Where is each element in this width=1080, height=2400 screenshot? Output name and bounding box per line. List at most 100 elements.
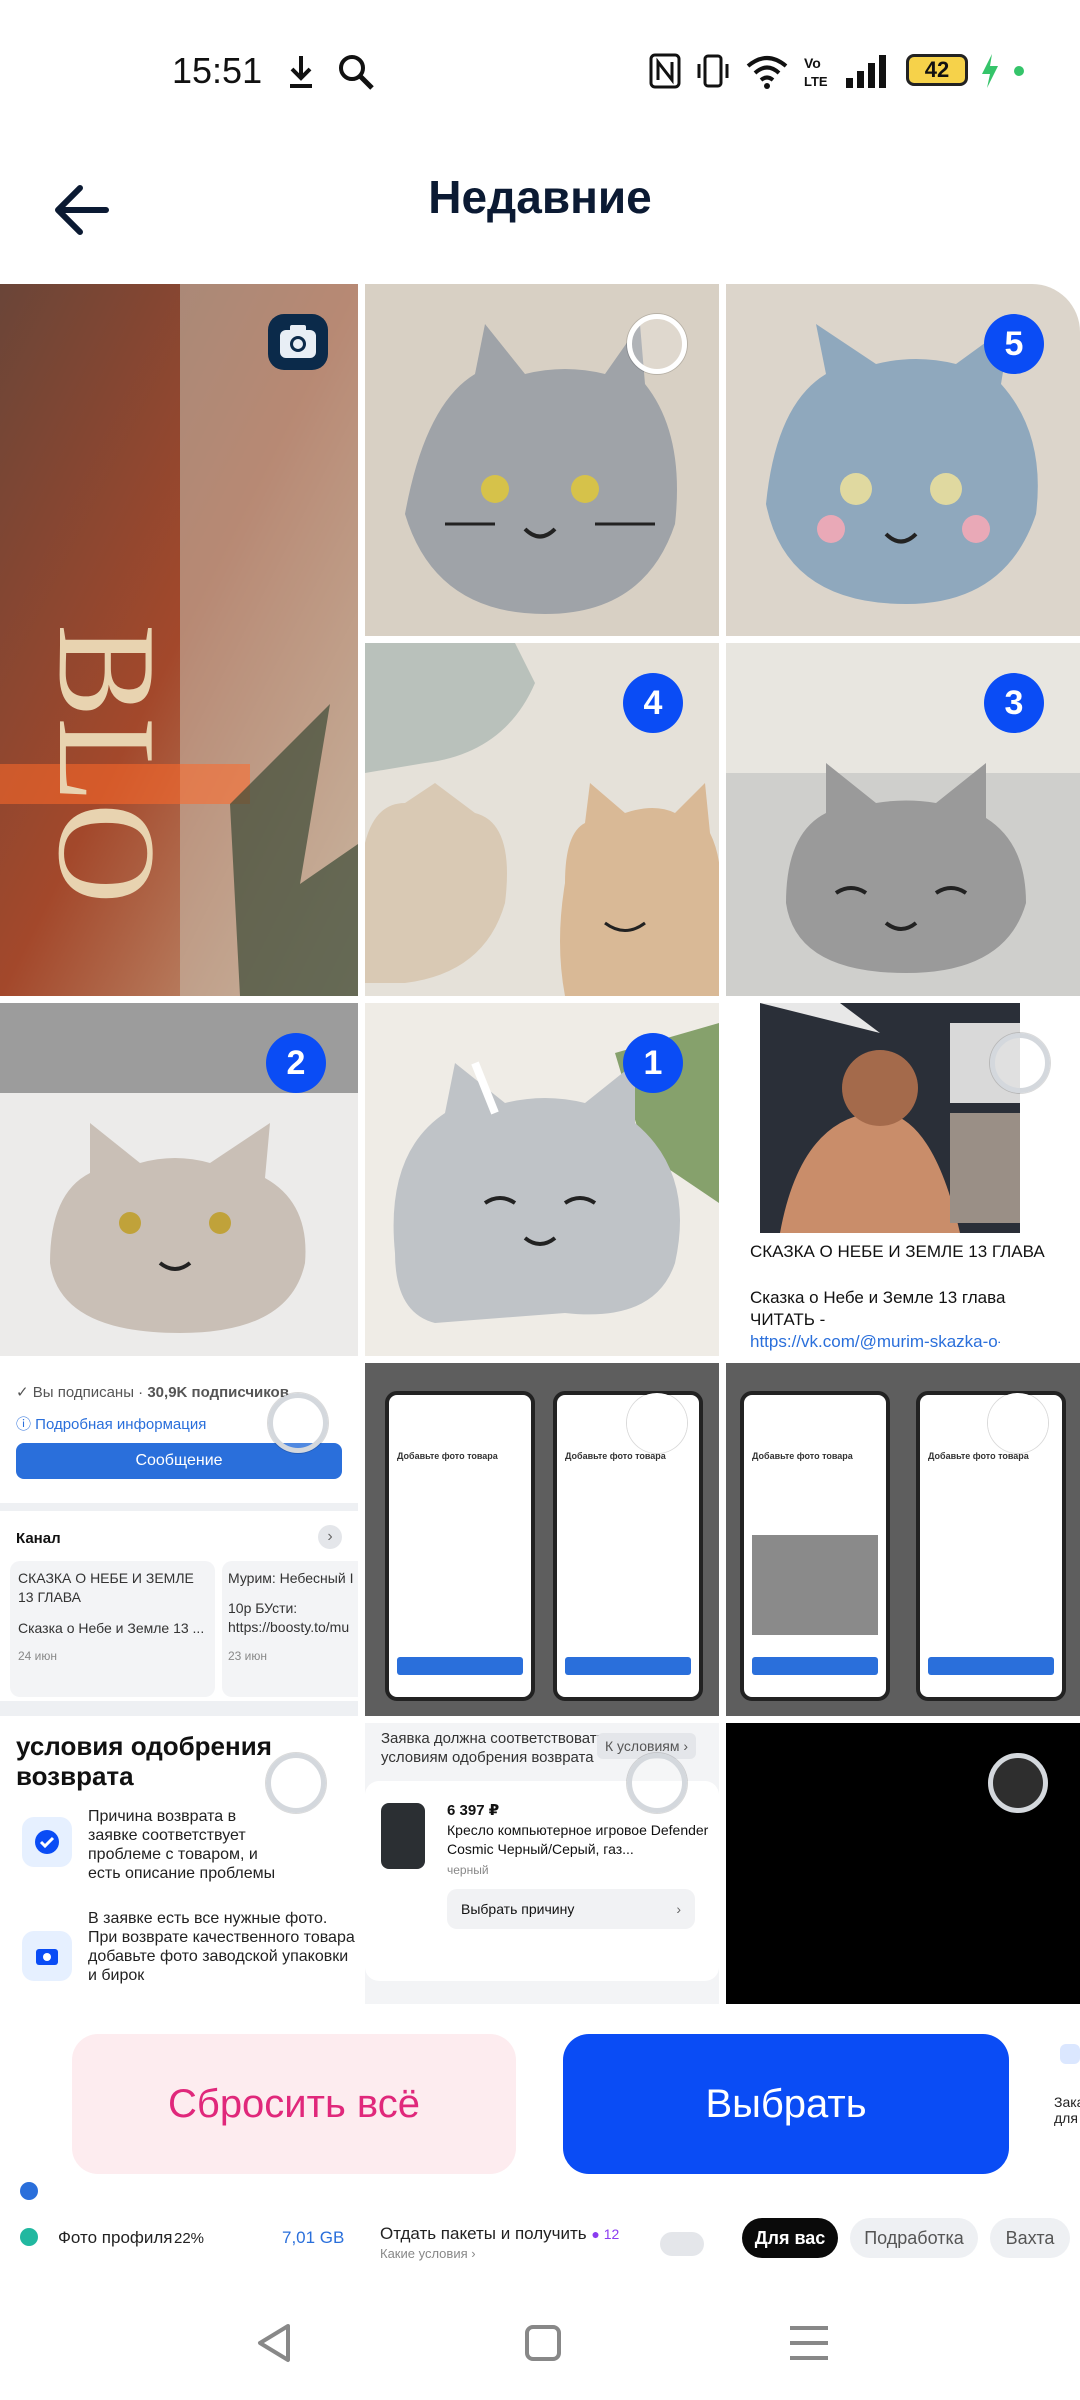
selection-number[interactable]: 5: [984, 314, 1044, 374]
svg-text:BLO: BLO: [29, 624, 184, 904]
svg-text:LTE: LTE: [804, 74, 828, 89]
return-condition-1: Причина возврата в заявке соответствует …: [88, 1808, 276, 1882]
phone-save-button: [752, 1657, 878, 1675]
photo-tile-6[interactable]: 2: [0, 1003, 358, 1356]
photo-tile-3[interactable]: 5: [726, 284, 1080, 636]
screenshot-tile-comic[interactable]: СКАЗКА О НЕБЕ И ЗЕМЛЕ 13 ГЛАВА Сказка о …: [726, 1003, 1080, 1356]
photo-tile-2[interactable]: [365, 284, 719, 636]
chair-image: [381, 1803, 425, 1869]
wifi-icon: [746, 56, 788, 89]
selection-number[interactable]: 1: [623, 1033, 683, 1093]
select-circle[interactable]: [988, 1393, 1048, 1453]
select-circle[interactable]: [627, 1393, 687, 1453]
return-note: Заявка должна соответствовать условиям о…: [381, 1730, 605, 1766]
subscribed-text: Вы подписаны: [32, 1384, 134, 1401]
check-icon: [22, 1817, 72, 1867]
photo-tile-dark[interactable]: [726, 1723, 1080, 2004]
channel-label: Канал: [16, 1530, 61, 1547]
promo-label: Отдать пакеты и получить: [380, 2224, 587, 2243]
return-condition-2: В заявке есть все нужные фото. При возвр…: [88, 1910, 355, 1984]
status-time: 15:51: [172, 50, 263, 91]
action-panel: Сбросить всё Выбрать: [0, 2004, 1054, 2174]
nav-back-icon[interactable]: [240, 2308, 310, 2378]
photo-tile-7[interactable]: 1: [365, 1003, 719, 1356]
promo-badge: ● 12: [591, 2226, 620, 2242]
comic-image: [760, 1003, 1020, 1233]
phone-photos: [752, 1535, 878, 1635]
comic-caption: СКАЗКА О НЕБЕ И ЗЕМЛЕ 13 ГЛАВА: [750, 1242, 1045, 1261]
storage-size: 7,01 GB: [282, 2228, 345, 2247]
phone-mock-left: Добавьте фото товара: [385, 1391, 535, 1701]
profile-photo-label: Фото профиля: [58, 2228, 173, 2247]
choose-reason-button[interactable]: Выбрать причину ›: [447, 1889, 695, 1929]
post-card-2-text: 10р БУсти: https://boosty.to/mu: [228, 1600, 350, 1635]
select-circle[interactable]: [988, 1753, 1048, 1813]
phone-screen-title: Добавьте фото товара: [397, 1451, 498, 1461]
screenshot-tile-return-conditions[interactable]: условия одобрения возврата Причина возвр…: [0, 1723, 358, 2004]
chip-shift-work[interactable]: Вахта: [990, 2218, 1070, 2258]
post-card-2-date: 23 июн: [228, 1649, 268, 1663]
profile-percent: 22%: [174, 2230, 205, 2247]
screenshot-tile-add-photo-2[interactable]: Добавьте фото товара Добавьте фото товар…: [726, 1363, 1080, 1716]
chevron-right-icon[interactable]: ›: [318, 1525, 342, 1549]
phone-screen-title: Добавьте фото товара: [752, 1451, 853, 1461]
select-circle[interactable]: [627, 1753, 687, 1813]
selection-number[interactable]: 3: [984, 673, 1044, 733]
svg-text:Vo: Vo: [804, 55, 821, 71]
product-price: 6 397 ₽: [447, 1802, 500, 1819]
volte-icon: Vo LTE: [804, 55, 828, 89]
photo-tile-1[interactable]: BLO: [0, 284, 358, 996]
choose-reason-label: Выбрать причину: [461, 1901, 575, 1917]
promo-count: 12: [603, 2226, 620, 2242]
photo-tile-5[interactable]: 3: [726, 643, 1080, 996]
promo-conditions-link[interactable]: Какие условия ›: [380, 2246, 476, 2261]
nav-home-icon[interactable]: [508, 2308, 578, 2378]
screenshot-tile-product[interactable]: Заявка должна соответствовать условиям о…: [365, 1723, 719, 2004]
selection-number[interactable]: 4: [623, 673, 683, 733]
screenshot-tile-add-photo-1[interactable]: Добавьте фото товара Добавьте фото товар…: [365, 1363, 719, 1716]
screenshot-tile-channel[interactable]: ✓ Вы подписаны · 30,9K подписчиков ⓘ Под…: [0, 1363, 358, 1716]
comic-text-1: Сказка о Небе и Земле 13 глава: [750, 1288, 1006, 1307]
comic-link[interactable]: https://vk.com/@murim-skazka-o-nebe-i-ze: [750, 1331, 1000, 1353]
nfc-icon: [649, 53, 681, 89]
search-icon: [339, 55, 374, 90]
phone-mock-left: Добавьте фото товара: [740, 1391, 890, 1701]
details-link[interactable]: ⓘ Подробная информация: [16, 1415, 206, 1434]
download-icon: [290, 56, 312, 88]
chip-for-you[interactable]: Для вас: [742, 2218, 838, 2258]
check-icon: [20, 2228, 38, 2246]
camera-icon: [22, 1931, 72, 1981]
select-circle[interactable]: [990, 1033, 1050, 1093]
status-bar: 15:51 Vo LTE 42: [0, 0, 1080, 140]
nav-menu-icon[interactable]: [774, 2308, 844, 2378]
photo-grid: BLO 5 4 3 2 1 СКАЗКА О НЕБЕ И ЗЕМЛЕ 13 Г…: [0, 284, 1080, 2004]
navigation-bar: [0, 2284, 1080, 2400]
reset-all-button[interactable]: Сбросить всё: [72, 2034, 516, 2174]
select-circle[interactable]: [266, 1753, 326, 1813]
signal-icon: [846, 55, 886, 88]
phone-save-button: [928, 1657, 1054, 1675]
promo-text: Отдать пакеты и получить ● 12: [380, 2224, 619, 2244]
post-card-1-title: СКАЗКА О НЕБЕ И ЗЕМЛЕ 13 ГЛАВА: [18, 1570, 194, 1605]
underlying-app-strip: Фото профиля 22% 7,01 GB Отдать пакеты и…: [0, 2174, 1080, 2284]
select-circle[interactable]: [268, 1393, 328, 1453]
selection-number[interactable]: 2: [266, 1033, 326, 1093]
select-button[interactable]: Выбрать: [563, 2034, 1009, 2174]
page-title: Недавние: [428, 171, 652, 223]
promo-conditions-label: Какие условия: [380, 2246, 468, 2261]
conditions-link-label: К условиям: [605, 1738, 680, 1754]
camera-icon[interactable]: [268, 314, 328, 370]
vibrate-icon: [697, 54, 729, 88]
select-circle[interactable]: [627, 314, 687, 374]
promo-toggle[interactable]: [660, 2232, 704, 2256]
phone-save-button: [565, 1657, 691, 1675]
check-icon: [20, 2182, 38, 2200]
charging-icon: [982, 54, 998, 88]
side-peek-text: Зака для: [1054, 2094, 1080, 2126]
product-color: черный: [447, 1863, 489, 1877]
photo-tile-4[interactable]: 4: [365, 643, 719, 996]
comic-text-2: ЧИТАТЬ -: [750, 1310, 826, 1329]
book-cover-image: BLO: [0, 284, 358, 996]
product-name: Кресло компьютерное игровое Defender Cos…: [447, 1822, 709, 1857]
chip-side-job[interactable]: Подработка: [850, 2218, 978, 2258]
